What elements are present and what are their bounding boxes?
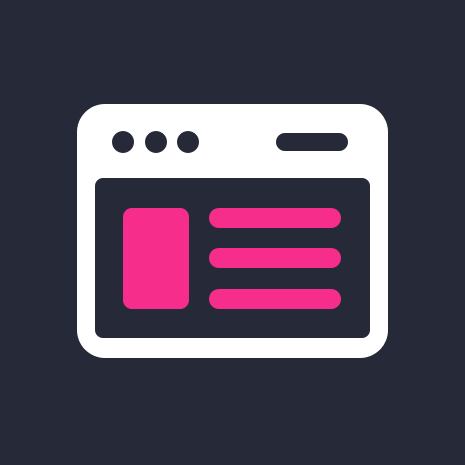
content-text-line-3 [209,289,341,309]
icon-canvas [0,0,465,465]
window-dot-3 [177,131,199,153]
address-bar [276,133,348,151]
content-text-line-1 [209,208,341,228]
content-text-line-2 [209,248,341,268]
content-image-block [123,208,189,309]
window-dot-2 [145,131,167,153]
window-dot-1 [112,131,134,153]
browser-window-icon [77,104,388,358]
